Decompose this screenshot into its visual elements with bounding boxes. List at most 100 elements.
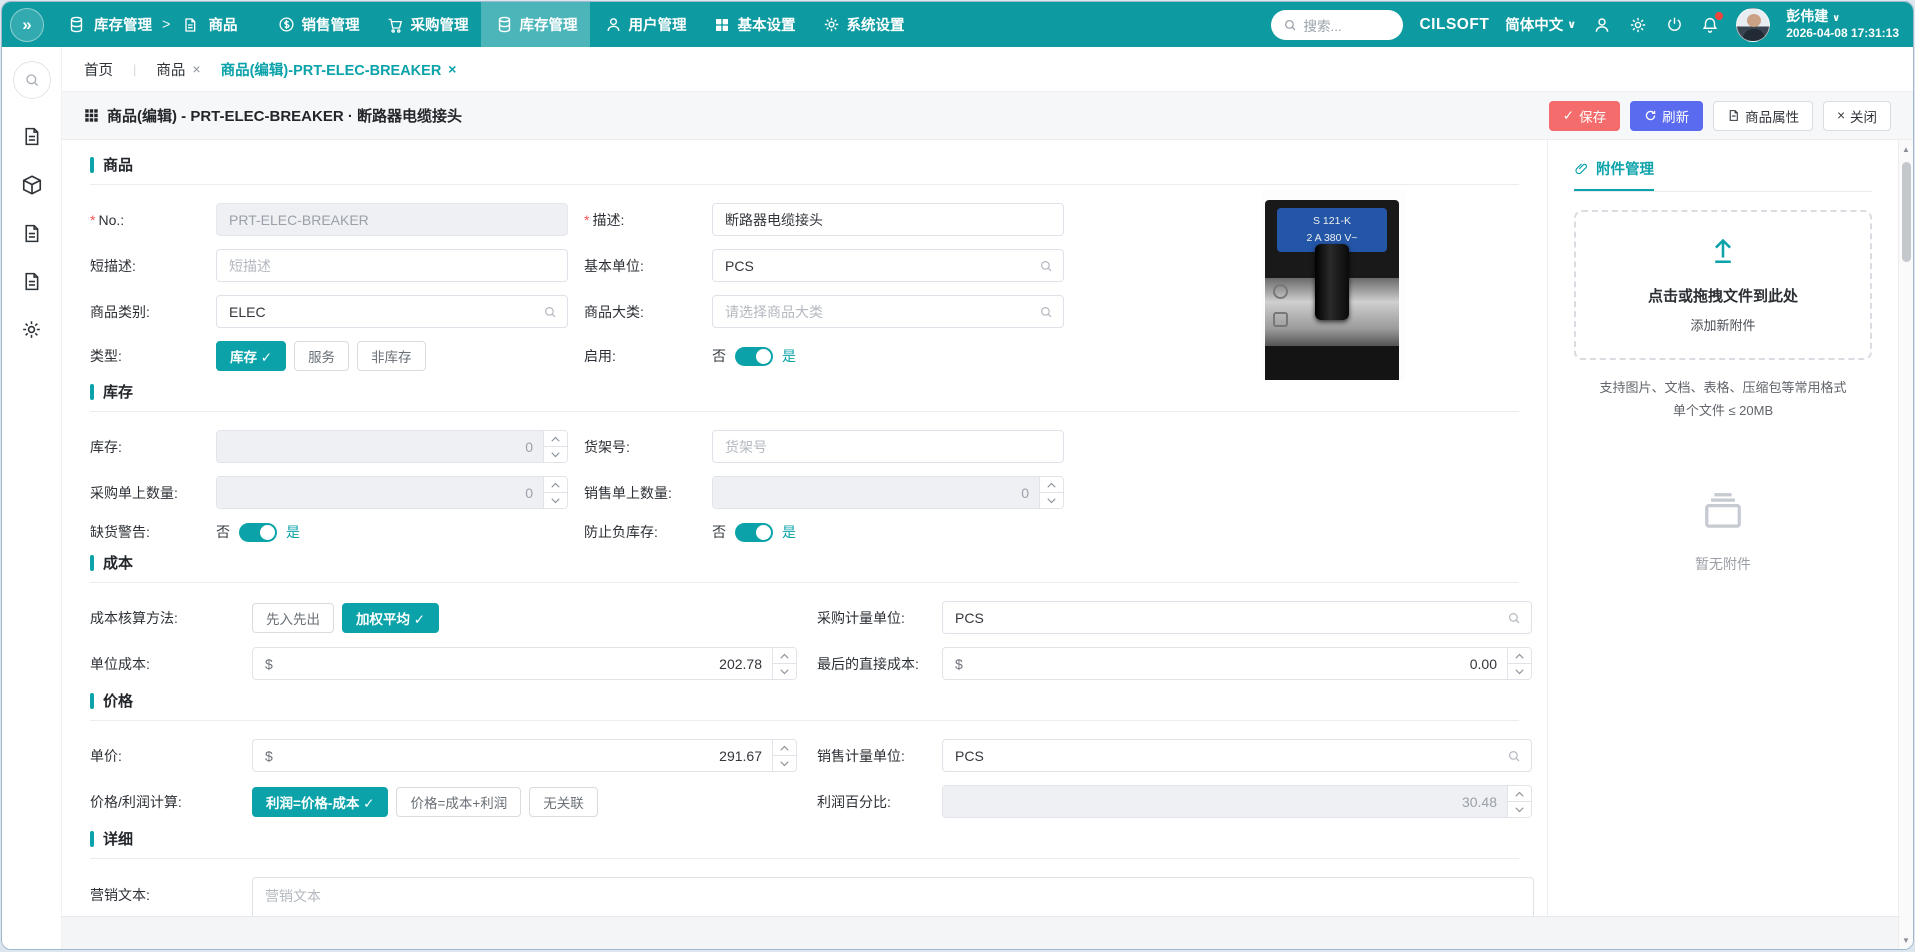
- search-icon[interactable]: [1507, 611, 1521, 625]
- scrollbar-thumb[interactable]: [1902, 162, 1911, 262]
- sidebar-document-icon[interactable]: [21, 271, 42, 292]
- sidebar-package-icon[interactable]: [21, 174, 43, 196]
- prevent-negative-toggle[interactable]: [735, 522, 773, 542]
- short-desc-field[interactable]: [216, 249, 568, 282]
- spinner-down[interactable]: [544, 447, 567, 462]
- calc-option-profit[interactable]: 利润=价格-成本 ✓: [252, 786, 389, 817]
- refresh-button[interactable]: 刷新: [1630, 100, 1704, 131]
- spinner-up[interactable]: [1508, 648, 1531, 664]
- purchase-qty-spinner: [543, 477, 567, 508]
- unit-price-field[interactable]: $: [252, 739, 797, 772]
- close-button[interactable]: × 关闭: [1823, 100, 1891, 131]
- short-desc-input[interactable]: [217, 250, 567, 281]
- last-cost-field[interactable]: $: [942, 647, 1532, 680]
- menu-item-inventory[interactable]: 库存管理: [481, 2, 591, 47]
- marketing-text-input[interactable]: [252, 877, 1534, 916]
- type-option-stock[interactable]: 库存 ✓: [216, 341, 287, 371]
- purchase-uom-input[interactable]: [943, 602, 1531, 633]
- breadcrumb-page[interactable]: 商品: [208, 14, 237, 35]
- base-unit-field[interactable]: [712, 249, 1064, 282]
- class-field[interactable]: [712, 295, 1064, 328]
- unit-cost-input[interactable]: [272, 648, 772, 679]
- goods-attributes-button[interactable]: 商品属性: [1713, 100, 1814, 131]
- scrollbar[interactable]: ▲ ▼: [1898, 140, 1913, 949]
- close-icon[interactable]: ×: [448, 61, 456, 77]
- menu-item-users[interactable]: 用户管理: [590, 2, 699, 47]
- search-icon[interactable]: [1507, 749, 1521, 763]
- class-input[interactable]: [713, 296, 1063, 327]
- close-icon[interactable]: ×: [192, 61, 200, 77]
- work-area: S 121-K 2 A 380 V~ 商品 *No.: *描述: 短描: [62, 140, 1913, 949]
- oos-warning-toggle[interactable]: [239, 522, 277, 542]
- spinner-down[interactable]: [1508, 802, 1531, 817]
- user-avatar[interactable]: [1736, 7, 1771, 42]
- sales-qty-spinner: [1039, 477, 1063, 508]
- save-button[interactable]: ✓ 保存: [1548, 100, 1621, 131]
- spinner-up[interactable]: [544, 431, 567, 447]
- spinner-down[interactable]: [1508, 664, 1531, 679]
- calc-option-none[interactable]: 无关联: [529, 786, 598, 817]
- global-search[interactable]: 搜索...: [1271, 9, 1404, 40]
- type-option-service[interactable]: 服务: [294, 341, 350, 371]
- spinner-down[interactable]: [544, 493, 567, 508]
- notification-badge: [1715, 11, 1724, 20]
- sidebar-gear-icon[interactable]: [21, 319, 42, 340]
- spinner-up[interactable]: [773, 648, 796, 664]
- cost-method-fifo[interactable]: 先入先出: [252, 602, 334, 633]
- unit-cost-field[interactable]: $: [252, 647, 797, 680]
- tab-goods-edit[interactable]: 商品(编辑)-PRT-ELEC-BREAKER ×: [221, 59, 457, 80]
- search-icon[interactable]: [1039, 305, 1053, 319]
- spinner-down[interactable]: [773, 664, 796, 679]
- menu-item-sales[interactable]: 销售管理: [263, 2, 372, 47]
- sales-uom-input[interactable]: [943, 740, 1531, 771]
- desc-input[interactable]: [713, 204, 1063, 235]
- last-cost-input[interactable]: [962, 648, 1507, 679]
- breadcrumb-section[interactable]: 库存管理: [94, 14, 152, 35]
- enabled-toggle[interactable]: [735, 346, 773, 366]
- spinner-up[interactable]: [773, 740, 796, 756]
- sidebar-document-icon[interactable]: [21, 126, 42, 147]
- tab-home[interactable]: 首页: [84, 59, 113, 80]
- spinner-down[interactable]: [1040, 493, 1063, 508]
- sidebar-search-button[interactable]: [12, 61, 51, 99]
- power-icon[interactable]: [1664, 15, 1684, 35]
- spinner-up[interactable]: [1040, 477, 1063, 493]
- search-icon[interactable]: [543, 305, 557, 319]
- scrollbar-down-arrow[interactable]: ▼: [1899, 933, 1913, 947]
- menu-item-basic-settings[interactable]: 基本设置: [699, 2, 808, 47]
- spinner-up[interactable]: [1508, 786, 1531, 802]
- type-option-nonstock[interactable]: 非库存: [357, 341, 426, 371]
- profile-icon[interactable]: [1592, 15, 1612, 35]
- field-label-last-cost: 最后的直接成本:: [817, 655, 919, 672]
- sidebar-document-icon[interactable]: [21, 223, 42, 244]
- notifications-bell-icon[interactable]: [1700, 11, 1724, 35]
- category-field[interactable]: [216, 295, 568, 328]
- calc-option-price[interactable]: 价格=成本+利润: [396, 786, 522, 817]
- user-block[interactable]: 彭伟建 ∨ 2026-04-08 17:31:13: [1786, 8, 1899, 41]
- language-selector[interactable]: 简体中文 ∨: [1505, 14, 1576, 35]
- sidebar-collapse-button[interactable]: »: [10, 7, 44, 42]
- tab-attachments[interactable]: 附件管理: [1574, 158, 1654, 191]
- form-row: 营销文本:: [90, 877, 1547, 916]
- purchase-uom-field[interactable]: [942, 601, 1532, 634]
- unit-price-input[interactable]: [272, 740, 772, 771]
- category-input[interactable]: [217, 296, 567, 327]
- settings-gear-icon[interactable]: [1628, 15, 1648, 35]
- base-unit-input[interactable]: [713, 250, 1063, 281]
- scrollbar-up-arrow[interactable]: ▲: [1899, 142, 1913, 156]
- sales-uom-field[interactable]: [942, 739, 1532, 772]
- search-icon[interactable]: [1039, 259, 1053, 273]
- desc-field[interactable]: [712, 203, 1064, 236]
- upload-dropzone[interactable]: 点击或拖拽文件到此处 添加新附件: [1574, 210, 1872, 360]
- toggle-no-label: 否: [712, 524, 726, 540]
- menu-item-purchase[interactable]: 采购管理: [372, 2, 481, 47]
- shelf-input[interactable]: [713, 431, 1063, 462]
- shelf-field[interactable]: [712, 430, 1064, 463]
- field-label-desc: * 描述:: [584, 211, 625, 228]
- spinner-up[interactable]: [544, 477, 567, 493]
- tab-goods[interactable]: 商品 ×: [156, 59, 200, 80]
- spinner-down[interactable]: [773, 756, 796, 771]
- section-detail: 详细: [90, 828, 1519, 859]
- cost-method-weighted-avg[interactable]: 加权平均 ✓: [342, 602, 440, 633]
- menu-item-system-settings[interactable]: 系统设置: [808, 2, 917, 47]
